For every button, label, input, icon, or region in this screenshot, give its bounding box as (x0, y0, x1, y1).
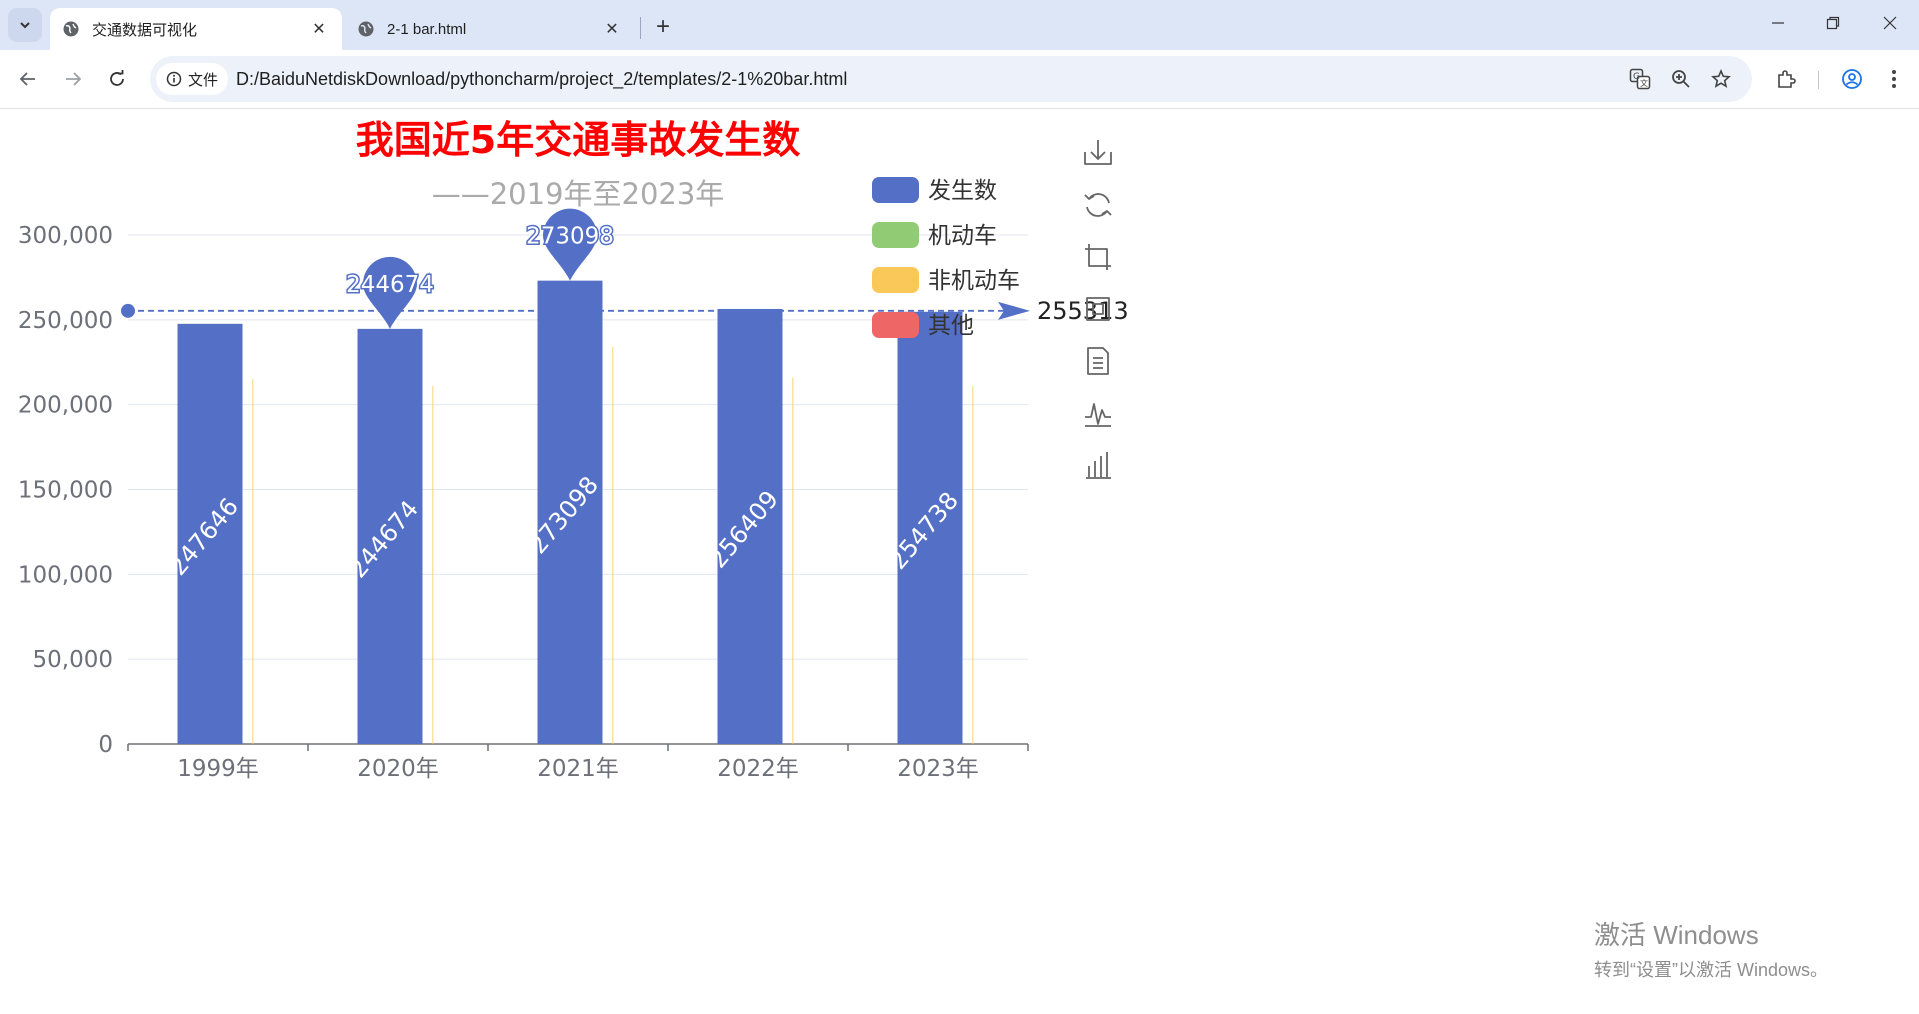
new-tab-button[interactable]: + (648, 12, 678, 42)
bar[interactable] (252, 379, 254, 744)
y-tick-label: 0 (98, 732, 113, 758)
legend: 发生数机动车非机动车其他 (872, 177, 1020, 339)
svg-text:G: G (1633, 72, 1640, 82)
close-window-button[interactable] (1870, 8, 1910, 38)
tab-separator (640, 17, 641, 39)
close-tab-icon[interactable]: ✕ (601, 18, 623, 40)
legend-label: 发生数 (928, 178, 997, 204)
browser-toolbar: 文件 D:/BaiduNetdiskDownload/pythoncharm/p… (0, 50, 1919, 108)
mark-line-start-dot (121, 303, 135, 318)
x-tick-label: 1999年 (177, 756, 259, 782)
bar[interactable] (432, 386, 434, 744)
tab-strip: 交通数据可视化 ✕ 2-1 bar.html ✕ + (0, 0, 1919, 50)
x-tick-label: 2020年 (357, 756, 439, 782)
chart-title: 我国近5年交通事故发生数 (356, 118, 800, 162)
legend-swatch (872, 177, 919, 203)
translate-button[interactable]: G 文 (1628, 67, 1652, 91)
toolbox-hit-area (1082, 345, 1114, 377)
y-tick-label: 150,000 (18, 478, 113, 504)
reload-button[interactable] (101, 63, 133, 95)
tab-active[interactable]: 交通数据可视化 ✕ (50, 8, 342, 50)
x-tick-label: 2022年 (717, 756, 799, 782)
legend-swatch (872, 222, 919, 248)
watermark-subtitle: 转到“设置”以激活 Windows。 (1594, 960, 1829, 980)
page-content: 0 50,000 100,000 150,000 200,000 250,000 300,0… (0, 109, 1919, 1014)
info-icon (166, 71, 182, 87)
svg-text:文: 文 (1640, 78, 1648, 88)
toolbox-hit-area (1082, 241, 1114, 273)
y-tick-label: 250,000 (18, 308, 113, 334)
x-tick-label: 2023年 (897, 756, 979, 782)
zoom-reset-icon[interactable] (1082, 293, 1114, 325)
globe-icon (358, 21, 374, 37)
bar-chart: 0 50,000 100,000 150,000 200,000 250,000 300,0… (18, 118, 1129, 782)
puzzle-icon (1778, 70, 1796, 88)
legend-label: 其他 (928, 313, 974, 339)
reload-icon (110, 70, 124, 86)
zoom-in-icon (1672, 70, 1690, 88)
avatar-icon (1842, 69, 1862, 89)
site-chip-label: 文件 (188, 71, 219, 89)
toolbox-hit-area (1082, 449, 1114, 481)
menu-button[interactable] (1878, 63, 1910, 95)
site-info-chip[interactable]: 文件 (156, 63, 229, 95)
tab-search-button[interactable] (8, 8, 42, 42)
watermark-title: 激活 Windows (1594, 920, 1759, 950)
mark-point-label: 273098 (526, 224, 614, 250)
bar[interactable] (972, 386, 974, 744)
axes: 0 50,000 100,000 150,000 200,000 250,000 300,0… (18, 223, 1029, 782)
chevron-down-icon (20, 22, 30, 29)
bar-series: 247646 244674 273098 256409 254738 (164, 280, 974, 744)
tab-title: 2-1 bar.html (387, 20, 467, 38)
star-icon (1711, 69, 1731, 88)
legend-swatch (872, 267, 919, 293)
legend-item[interactable]: 发生数 (872, 177, 997, 204)
x-tick-label: 2021年 (537, 756, 619, 782)
legend-item[interactable]: 机动车 (872, 222, 997, 249)
restore-window-button[interactable] (1813, 8, 1853, 38)
profile-button[interactable] (1836, 63, 1868, 95)
minimize-icon (1772, 22, 1784, 24)
toolbar-divider (1818, 71, 1819, 89)
line-switch-icon[interactable] (1082, 397, 1114, 429)
data-view-icon[interactable] (1082, 345, 1114, 377)
url-text[interactable]: D:/BaiduNetdiskDownload/pythoncharm/proj… (236, 56, 847, 102)
y-tick-label: 300,000 (18, 223, 113, 249)
close-tab-icon[interactable]: ✕ (308, 18, 330, 40)
extensions-button[interactable] (1770, 63, 1802, 95)
chart-toolbox (1082, 137, 1114, 481)
arrow-right-icon (66, 72, 82, 86)
average-mark-line: 255313 (121, 297, 1129, 325)
close-icon (1883, 16, 1897, 30)
tab-inactive[interactable]: 2-1 bar.html ✕ (345, 8, 635, 50)
windows-activation-watermark: 激活 Windows 转到“设置”以激活 Windows。 (1594, 915, 1828, 982)
more-vert-icon (1892, 70, 1896, 88)
data-zoom-icon[interactable] (1082, 241, 1114, 273)
legend-label: 非机动车 (928, 268, 1020, 294)
bar[interactable] (792, 377, 794, 744)
legend-item[interactable]: 非机动车 (872, 267, 1020, 294)
restore-icon[interactable] (1082, 189, 1114, 221)
bookmark-button[interactable] (1709, 67, 1733, 91)
address-bar[interactable]: 文件 D:/BaiduNetdiskDownload/pythoncharm/p… (150, 56, 1752, 102)
legend-swatch (872, 312, 919, 338)
zoom-button[interactable] (1669, 67, 1693, 91)
legend-label: 机动车 (928, 223, 997, 249)
restore-window-icon (1826, 16, 1840, 30)
y-tick-label: 100,000 (18, 562, 113, 588)
bar[interactable] (612, 346, 614, 744)
y-tick-label: 200,000 (18, 393, 113, 419)
y-tick-label: 50,000 (33, 647, 113, 673)
translate-icon: G 文 (1629, 68, 1651, 90)
back-button[interactable] (12, 63, 44, 95)
arrow-left-icon (19, 72, 35, 86)
forward-button[interactable] (57, 63, 89, 95)
mark-point-label: 244674 (346, 272, 434, 298)
globe-icon (63, 21, 79, 37)
tab-title: 交通数据可视化 (92, 21, 198, 39)
save-as-image-icon[interactable] (1082, 137, 1114, 169)
chart-subtitle: ——2019年至2023年 (432, 177, 725, 211)
minimize-button[interactable] (1758, 8, 1798, 38)
bar-switch-icon[interactable] (1082, 449, 1114, 481)
